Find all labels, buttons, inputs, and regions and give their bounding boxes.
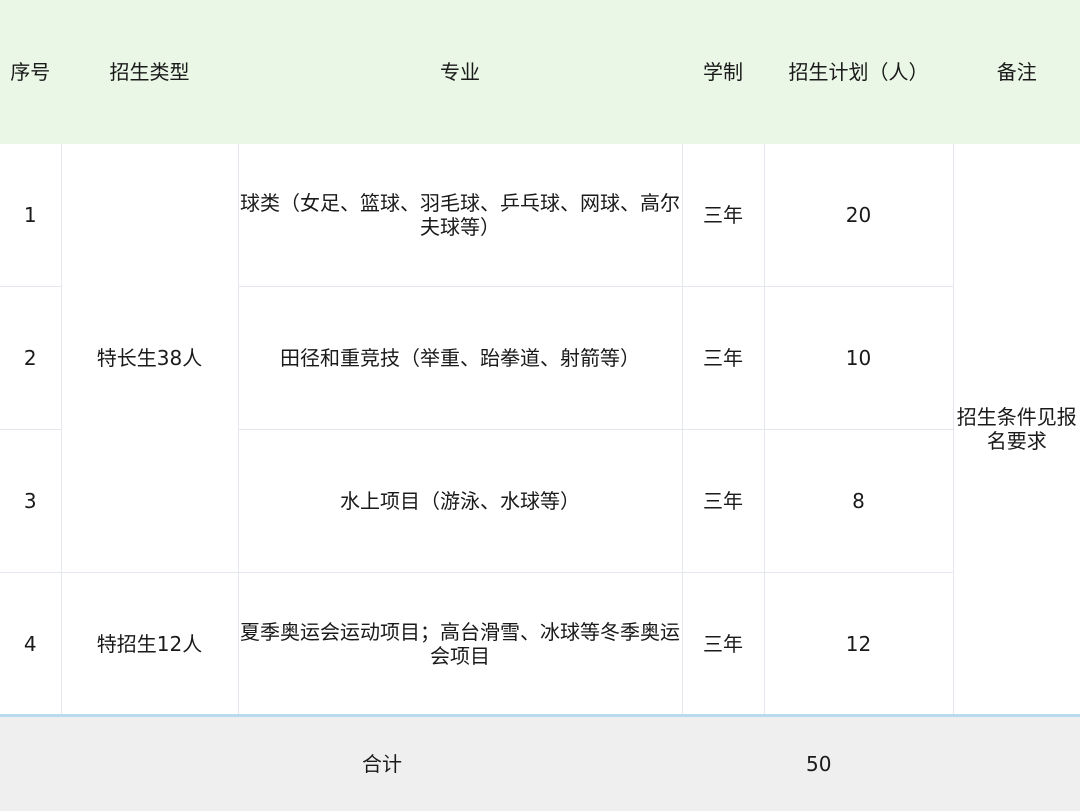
row-plan: 8 xyxy=(763,429,953,573)
header-serial: 序号 xyxy=(0,0,62,144)
header-type: 招生类型 xyxy=(60,0,239,144)
header-duration: 学制 xyxy=(681,0,765,144)
header-plan: 招生计划（人） xyxy=(763,0,954,144)
row-serial: 2 xyxy=(0,286,62,430)
row-major: 田径和重竞技（举重、跆拳道、射箭等） xyxy=(237,286,683,430)
header-note: 备注 xyxy=(952,0,1080,144)
row-major: 水上项目（游泳、水球等） xyxy=(237,429,683,573)
header-row: 序号 招生类型 专业 学制 招生计划（人） 备注 xyxy=(0,0,1080,144)
row-plan: 10 xyxy=(763,286,953,430)
row-duration: 三年 xyxy=(681,572,765,716)
row-duration: 三年 xyxy=(681,286,765,430)
total-label: 合计 xyxy=(0,714,764,811)
enrollment-type-cell: 特招生12人 xyxy=(60,572,239,716)
table-row: 4 特招生12人 夏季奥运会运动项目；高台滑雪、冰球等冬季奥运会项目 三年 12 xyxy=(0,572,1080,716)
row-serial: 1 xyxy=(0,143,62,287)
total-row: 合计 50 xyxy=(0,714,1080,811)
total-value: 50 xyxy=(764,714,1080,811)
row-major: 夏季奥运会运动项目；高台滑雪、冰球等冬季奥运会项目 xyxy=(237,572,683,716)
row-plan: 12 xyxy=(763,572,953,716)
row-serial: 4 xyxy=(0,572,62,716)
table-row: 1 特长生38人 球类（女足、篮球、羽毛球、乒乓球、网球、高尔夫球等） 三年 2… xyxy=(0,143,1080,716)
header-major: 专业 xyxy=(237,0,683,144)
enrollment-table: 序号 招生类型 专业 学制 招生计划（人） 备注 1 特长生38人 球类（女足、… xyxy=(0,0,1080,811)
row-serial: 3 xyxy=(0,429,62,573)
note-cell: 招生条件见报名要求 xyxy=(952,143,1080,716)
row-major: 球类（女足、篮球、羽毛球、乒乓球、网球、高尔夫球等） xyxy=(237,143,683,287)
row-duration: 三年 xyxy=(681,429,765,573)
row-plan: 20 xyxy=(763,143,954,287)
enrollment-type-cell: 特长生38人 xyxy=(60,143,239,573)
row-duration: 三年 xyxy=(681,143,765,287)
